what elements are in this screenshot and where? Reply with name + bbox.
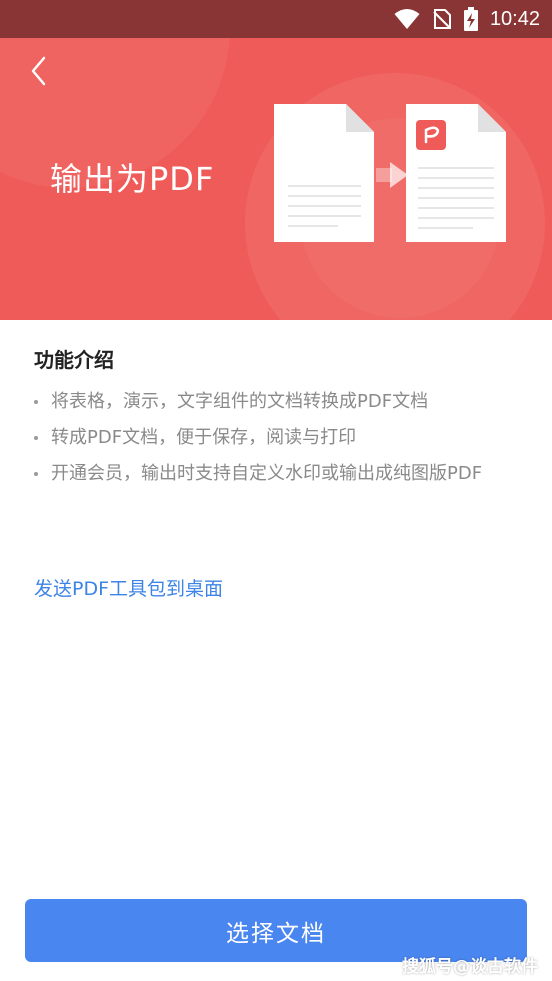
feature-text: 开通会员，输出时支持自定义水印或输出成纯图版PDF (51, 463, 483, 484)
feature-list: 将表格，演示，文字组件的文档转换成PDF文档 转成PDF文档，便于保存，阅读与打… (34, 390, 514, 498)
feature-text: 将表格，演示，文字组件的文档转换成PDF文档 (51, 391, 429, 412)
status-bar: 10:42 (0, 0, 552, 38)
arrow-right-icon (376, 162, 408, 188)
no-sim-icon (432, 8, 452, 30)
back-button[interactable] (22, 56, 56, 90)
watermark: 搜狐号@谈古软件 (402, 957, 538, 977)
battery-charging-icon (463, 7, 478, 31)
bullet-icon (34, 400, 38, 404)
send-to-desktop-link[interactable]: 发送PDF工具包到桌面 (34, 574, 223, 601)
conversion-illustration (274, 104, 506, 242)
bullet-icon (34, 436, 38, 440)
chevron-left-icon (29, 56, 49, 90)
bullet-icon (34, 472, 38, 476)
pdf-document-icon (406, 104, 506, 242)
feature-text: 转成PDF文档，便于保存，阅读与打印 (51, 427, 357, 448)
section-title: 功能介绍 (34, 348, 114, 372)
feature-item: 将表格，演示，文字组件的文档转换成PDF文档 (34, 390, 514, 414)
header-banner: 输出为PDF (0, 38, 552, 320)
page-title: 输出为PDF (50, 160, 215, 198)
feature-item: 开通会员，输出时支持自定义水印或输出成纯图版PDF (34, 462, 514, 486)
wifi-icon (394, 8, 420, 30)
status-time: 10:42 (489, 7, 540, 30)
document-icon (274, 104, 374, 242)
feature-item: 转成PDF文档，便于保存，阅读与打印 (34, 426, 514, 450)
